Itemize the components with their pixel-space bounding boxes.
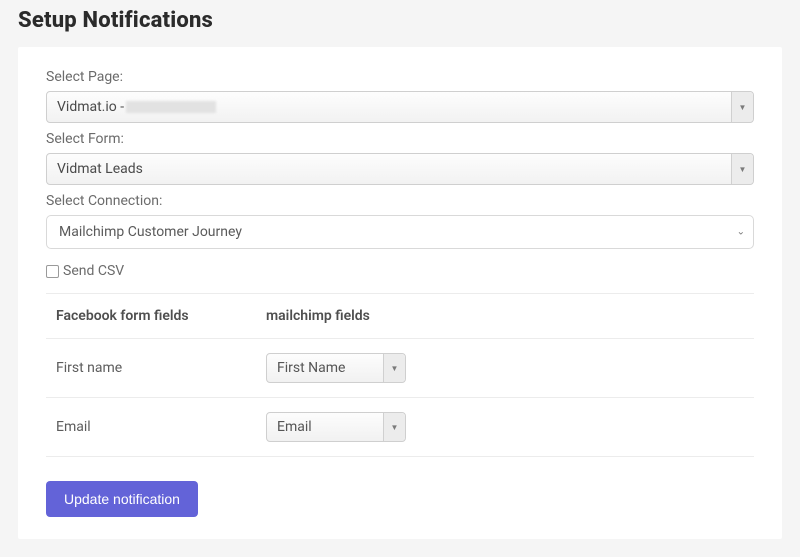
select-page-label: Select Page: (46, 69, 754, 85)
send-csv-checkbox[interactable] (46, 265, 59, 278)
mapping-header-row: Facebook form fields mailchimp fields (46, 294, 754, 339)
select-page-value-redacted (126, 101, 216, 113)
select-connection-label: Select Connection: (46, 193, 754, 209)
select-form-label: Select Form: (46, 131, 754, 147)
select-form-dropdown[interactable]: Vidmat Leads (46, 153, 754, 185)
mapping-target-value: Email (277, 419, 312, 435)
mapping-header-source: Facebook form fields (56, 308, 266, 324)
mapping-target-value: First Name (277, 360, 345, 376)
chevron-down-icon: ▼ (383, 413, 405, 441)
table-row: First name First Name ▼ (46, 339, 754, 398)
select-form-value: Vidmat Leads (57, 161, 143, 177)
field-mapping-table: Facebook form fields mailchimp fields Fi… (46, 293, 754, 457)
chevron-down-icon: ⌄ (737, 227, 745, 238)
chevron-down-icon: ▼ (731, 154, 753, 184)
select-page-value-prefix: Vidmat.io - (57, 99, 124, 115)
mapping-source-value: First name (56, 360, 266, 376)
select-page-dropdown[interactable]: Vidmat.io - (46, 91, 754, 123)
chevron-down-icon: ▼ (383, 354, 405, 382)
update-notification-button[interactable]: Update notification (46, 481, 198, 517)
select-connection-value: Mailchimp Customer Journey (59, 224, 242, 240)
chevron-down-icon: ▼ (731, 92, 753, 122)
mapping-header-target: mailchimp fields (266, 308, 446, 324)
send-csv-label[interactable]: Send CSV (63, 263, 124, 279)
page-title: Setup Notifications (18, 8, 782, 33)
notification-form-card: Select Page: Vidmat.io - ▼ Select Form: … (18, 47, 782, 539)
select-connection-dropdown[interactable]: Mailchimp Customer Journey ⌄ (46, 215, 754, 249)
table-row: Email Email ▼ (46, 398, 754, 457)
mapping-source-value: Email (56, 419, 266, 435)
